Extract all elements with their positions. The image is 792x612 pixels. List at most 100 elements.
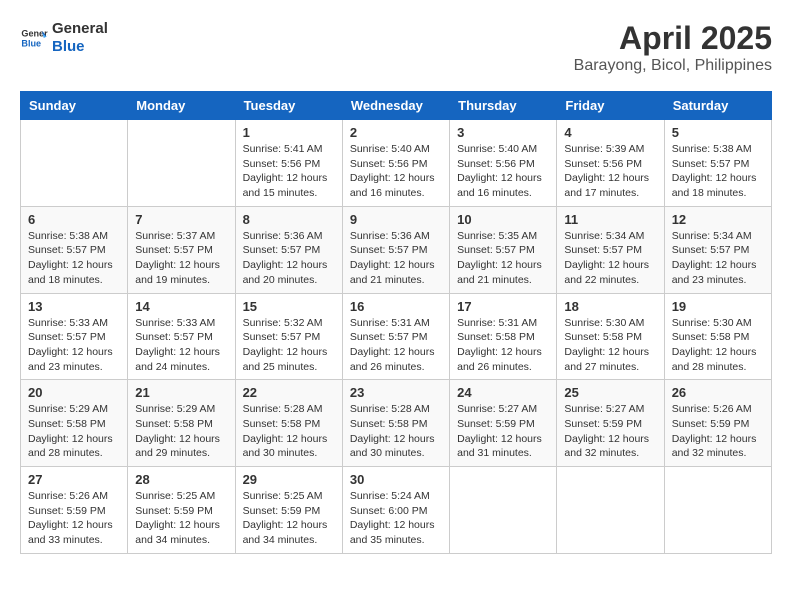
calendar-cell: 9 Sunrise: 5:36 AMSunset: 5:57 PMDaylight… [342, 206, 449, 293]
calendar-cell: 18 Sunrise: 5:30 AMSunset: 5:58 PMDayligh… [557, 293, 664, 380]
daylight-text: Daylight: 12 hours and 15 minutes. [243, 171, 335, 200]
day-number: 15 [243, 299, 335, 314]
sunrise-text: Sunrise: 5:31 AM [350, 316, 442, 331]
sunrise-text: Sunrise: 5:29 AM [28, 402, 120, 417]
day-number: 4 [564, 125, 656, 140]
sunset-text: Sunset: 5:57 PM [564, 243, 656, 258]
logo-line1: General [52, 20, 108, 38]
calendar-header-monday: Monday [128, 92, 235, 120]
page-title: April 2025 [574, 20, 772, 57]
day-info: Sunrise: 5:30 AMSunset: 5:58 PMDaylight:… [564, 316, 656, 375]
sunset-text: Sunset: 5:58 PM [243, 417, 335, 432]
sunset-text: Sunset: 5:58 PM [350, 417, 442, 432]
daylight-text: Daylight: 12 hours and 18 minutes. [672, 171, 764, 200]
day-number: 26 [672, 385, 764, 400]
sunset-text: Sunset: 5:57 PM [28, 330, 120, 345]
day-info: Sunrise: 5:36 AMSunset: 5:57 PMDaylight:… [350, 229, 442, 288]
sunrise-text: Sunrise: 5:27 AM [457, 402, 549, 417]
sunrise-text: Sunrise: 5:25 AM [243, 489, 335, 504]
calendar-header-wednesday: Wednesday [342, 92, 449, 120]
day-info: Sunrise: 5:28 AMSunset: 5:58 PMDaylight:… [350, 402, 442, 461]
sunset-text: Sunset: 5:59 PM [564, 417, 656, 432]
daylight-text: Daylight: 12 hours and 21 minutes. [457, 258, 549, 287]
calendar-cell: 16Sunrise: 5:31 AMSunset: 5:57 PMDayligh… [342, 293, 449, 380]
day-info: Sunrise: 5:26 AMSunset: 5:59 PMDaylight:… [28, 489, 120, 548]
sunrise-text: Sunrise: 5:28 AM [350, 402, 442, 417]
day-info: Sunrise: 5:27 AMSunset: 5:59 PMDaylight:… [457, 402, 549, 461]
calendar-cell: 10Sunrise: 5:35 AMSunset: 5:57 PMDayligh… [450, 206, 557, 293]
calendar-header-thursday: Thursday [450, 92, 557, 120]
sunrise-text: Sunrise: 5:36 AM [350, 229, 442, 244]
daylight-text: Daylight: 12 hours and 23 minutes. [672, 258, 764, 287]
daylight-text: Daylight: 12 hours and 22 minutes. [564, 258, 656, 287]
day-info: Sunrise: 5:40 AMSunset: 5:56 PMDaylight:… [457, 142, 549, 201]
day-number: 18 [564, 299, 656, 314]
day-info: Sunrise: 5:34 AMSunset: 5:57 PMDaylight:… [564, 229, 656, 288]
daylight-text: Daylight: 12 hours and 24 minutes. [135, 345, 227, 374]
day-info: Sunrise: 5:31 AMSunset: 5:58 PMDaylight:… [457, 316, 549, 375]
day-info: Sunrise: 5:37 AMSunset: 5:57 PMDaylight:… [135, 229, 227, 288]
sunrise-text: Sunrise: 5:26 AM [672, 402, 764, 417]
sunset-text: Sunset: 5:58 PM [135, 417, 227, 432]
day-info: Sunrise: 5:31 AMSunset: 5:57 PMDaylight:… [350, 316, 442, 375]
day-number: 1 [243, 125, 335, 140]
day-info: Sunrise: 5:24 AMSunset: 6:00 PMDaylight:… [350, 489, 442, 548]
daylight-text: Daylight: 12 hours and 32 minutes. [564, 432, 656, 461]
day-number: 2 [350, 125, 442, 140]
sunrise-text: Sunrise: 5:30 AM [672, 316, 764, 331]
sunset-text: Sunset: 5:58 PM [28, 417, 120, 432]
calendar-header-row: SundayMondayTuesdayWednesdayThursdayFrid… [21, 92, 772, 120]
day-number: 29 [243, 472, 335, 487]
calendar-cell: 5Sunrise: 5:38 AMSunset: 5:57 PMDaylight… [664, 120, 771, 207]
daylight-text: Daylight: 12 hours and 23 minutes. [28, 345, 120, 374]
calendar-cell [450, 467, 557, 554]
sunrise-text: Sunrise: 5:38 AM [28, 229, 120, 244]
sunrise-text: Sunrise: 5:41 AM [243, 142, 335, 157]
day-number: 21 [135, 385, 227, 400]
sunset-text: Sunset: 5:58 PM [564, 330, 656, 345]
day-number: 12 [672, 212, 764, 227]
sunrise-text: Sunrise: 5:25 AM [135, 489, 227, 504]
sunset-text: Sunset: 5:57 PM [28, 243, 120, 258]
calendar-cell: 20Sunrise: 5:29 AMSunset: 5:58 PMDayligh… [21, 380, 128, 467]
sunset-text: Sunset: 5:57 PM [243, 243, 335, 258]
calendar-cell: 17Sunrise: 5:31 AMSunset: 5:58 PMDayligh… [450, 293, 557, 380]
sunrise-text: Sunrise: 5:30 AM [564, 316, 656, 331]
day-info: Sunrise: 5:29 AMSunset: 5:58 PMDaylight:… [135, 402, 227, 461]
sunrise-text: Sunrise: 5:35 AM [457, 229, 549, 244]
sunrise-text: Sunrise: 5:27 AM [564, 402, 656, 417]
logo: General Blue General Blue [20, 20, 108, 56]
calendar-week-4: 20Sunrise: 5:29 AMSunset: 5:58 PMDayligh… [21, 380, 772, 467]
day-number: 9 [350, 212, 442, 227]
calendar-cell [557, 467, 664, 554]
calendar-cell: 19Sunrise: 5:30 AMSunset: 5:58 PMDayligh… [664, 293, 771, 380]
sunset-text: Sunset: 5:56 PM [457, 157, 549, 172]
sunset-text: Sunset: 5:57 PM [135, 243, 227, 258]
sunset-text: Sunset: 5:57 PM [350, 330, 442, 345]
day-number: 27 [28, 472, 120, 487]
page-header: General Blue General Blue April 2025 Bar… [20, 20, 772, 75]
day-info: Sunrise: 5:33 AMSunset: 5:57 PMDaylight:… [135, 316, 227, 375]
daylight-text: Daylight: 12 hours and 19 minutes. [135, 258, 227, 287]
day-number: 30 [350, 472, 442, 487]
sunset-text: Sunset: 5:56 PM [350, 157, 442, 172]
calendar-cell: 12Sunrise: 5:34 AMSunset: 5:57 PMDayligh… [664, 206, 771, 293]
day-info: Sunrise: 5:28 AMSunset: 5:58 PMDaylight:… [243, 402, 335, 461]
calendar-cell: 26Sunrise: 5:26 AMSunset: 5:59 PMDayligh… [664, 380, 771, 467]
calendar-header-sunday: Sunday [21, 92, 128, 120]
daylight-text: Daylight: 12 hours and 28 minutes. [672, 345, 764, 374]
daylight-text: Daylight: 12 hours and 16 minutes. [457, 171, 549, 200]
sunrise-text: Sunrise: 5:31 AM [457, 316, 549, 331]
sunset-text: Sunset: 5:58 PM [672, 330, 764, 345]
calendar-cell [21, 120, 128, 207]
daylight-text: Daylight: 12 hours and 26 minutes. [350, 345, 442, 374]
daylight-text: Daylight: 12 hours and 32 minutes. [672, 432, 764, 461]
day-number: 3 [457, 125, 549, 140]
sunrise-text: Sunrise: 5:33 AM [135, 316, 227, 331]
day-info: Sunrise: 5:40 AMSunset: 5:56 PMDaylight:… [350, 142, 442, 201]
calendar-header-friday: Friday [557, 92, 664, 120]
sunrise-text: Sunrise: 5:34 AM [564, 229, 656, 244]
calendar-cell: 27 Sunrise: 5:26 AMSunset: 5:59 PMDayligh… [21, 467, 128, 554]
calendar-cell: 4Sunrise: 5:39 AMSunset: 5:56 PMDaylight… [557, 120, 664, 207]
logo-icon: General Blue [20, 24, 48, 52]
